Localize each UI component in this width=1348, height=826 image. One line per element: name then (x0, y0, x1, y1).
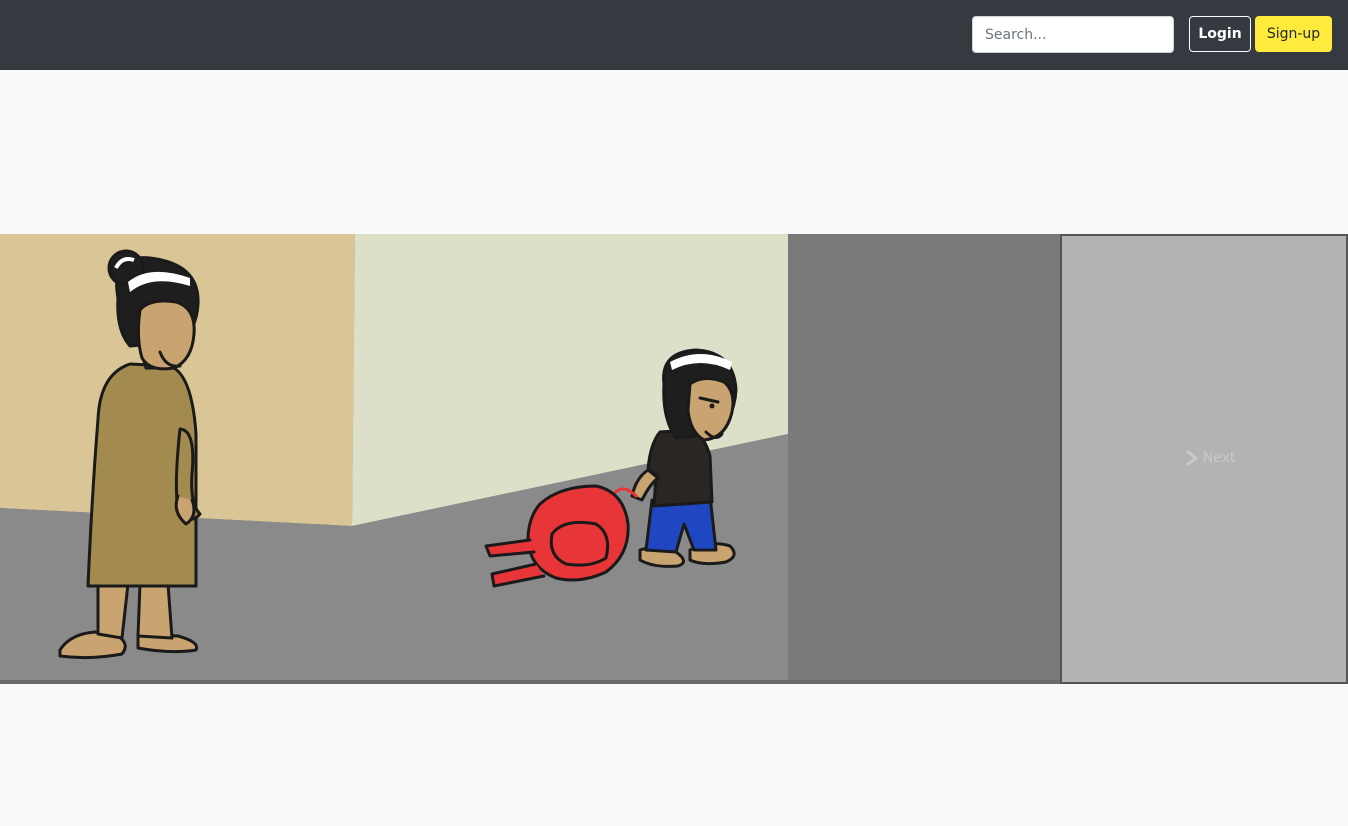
comic-illustration (0, 234, 788, 684)
login-button[interactable]: Login (1189, 16, 1251, 52)
comic-strip: Next (0, 234, 1348, 684)
next-label: Next (1202, 450, 1236, 466)
top-navbar: Login Sign-up (0, 0, 1348, 70)
comic-panel-image (0, 234, 788, 684)
next-page-button[interactable]: Next (1060, 234, 1348, 684)
comic-divider (0, 680, 1060, 684)
signup-button[interactable]: Sign-up (1255, 16, 1332, 52)
next-link[interactable]: Next (1185, 449, 1236, 467)
search-input[interactable] (972, 16, 1174, 53)
chevron-right-icon (1185, 450, 1198, 466)
